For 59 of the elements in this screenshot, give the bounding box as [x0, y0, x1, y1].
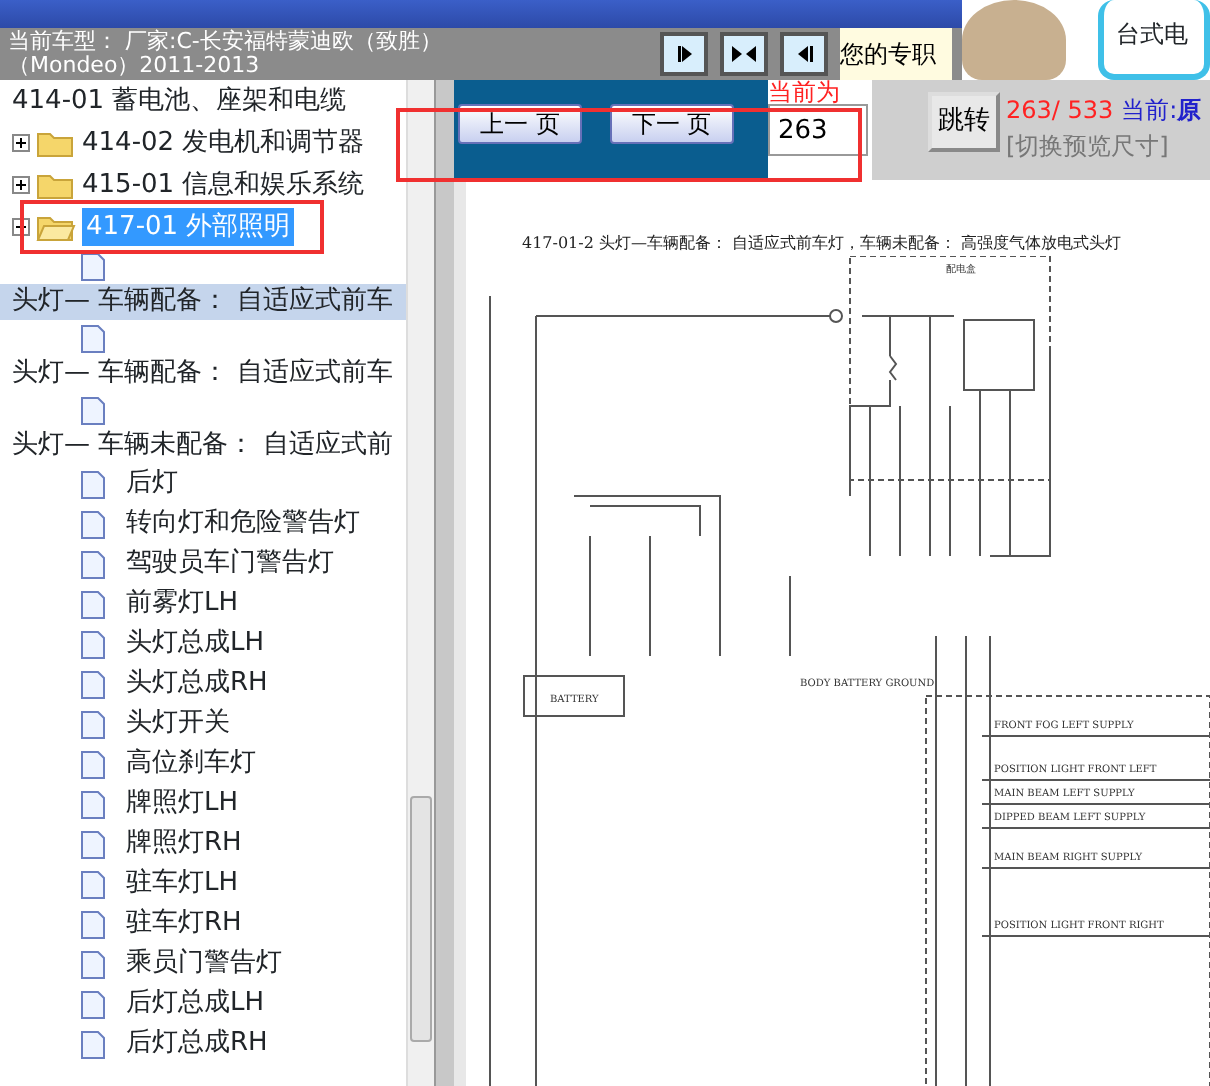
page-icon[interactable]: [80, 323, 106, 353]
view-toggle-button[interactable]: [720, 32, 768, 76]
page-icon[interactable]: [80, 549, 106, 579]
expand-toggle-icon[interactable]: [12, 176, 30, 194]
page-icon[interactable]: [80, 509, 106, 539]
view-toggle-button[interactable]: [660, 32, 708, 76]
tree-item[interactable]: 头灯总成LH: [126, 624, 265, 664]
view-mode-text: 当前:原: [1121, 94, 1202, 128]
page-icon[interactable]: [80, 869, 106, 899]
tree-item[interactable]: 头灯— 车辆未配备： 自适应式前: [12, 426, 393, 466]
tree-item[interactable]: 乘员门警告灯: [126, 944, 282, 984]
folder-icon: [36, 171, 76, 199]
page-icon[interactable]: [80, 909, 106, 939]
tree-item[interactable]: 414-01 蓄电池、座架和电缆: [12, 81, 347, 121]
tree-item[interactable]: 牌照灯LH: [126, 784, 239, 824]
mechanic-cartoon-placeholder: [962, 0, 1066, 80]
page-icon[interactable]: [80, 949, 106, 979]
open-folder-icon: [36, 213, 76, 241]
scrollbar-thumb[interactable]: [410, 796, 433, 1042]
view-toggle-button[interactable]: [780, 32, 828, 76]
page-count-text: 263/ 533: [1005, 94, 1114, 128]
tree-item[interactable]: 转向灯和危险警告灯: [126, 504, 360, 544]
tree-item[interactable]: 前雾灯LH: [126, 584, 239, 624]
current-page-label: 当前为: [767, 80, 842, 104]
jump-button[interactable]: 跳转: [927, 92, 1000, 152]
tree-item[interactable]: 414-02 发电机和调节器: [82, 123, 365, 163]
page-icon[interactable]: [80, 709, 106, 739]
page-icon[interactable]: [80, 589, 106, 619]
vehicle-model-text: （Mondeo）2011-2013: [8, 54, 262, 78]
page-icon[interactable]: [80, 469, 106, 499]
page-icon[interactable]: [80, 829, 106, 859]
previous-page-button[interactable]: 上一 页: [457, 104, 582, 144]
page-icon[interactable]: [80, 989, 106, 1019]
tree-item[interactable]: 高位刹车灯: [126, 744, 256, 784]
tree-item[interactable]: 后灯总成LH: [126, 984, 265, 1024]
page-icon[interactable]: [80, 1029, 106, 1059]
vehicle-model-text: 当前车型： 厂家:C-长安福特蒙迪欧（致胜）: [8, 30, 444, 54]
tree-item[interactable]: 驾驶员车门警告灯: [126, 544, 334, 584]
page-icon[interactable]: [80, 251, 106, 281]
page-icon[interactable]: [80, 629, 106, 659]
tree-item[interactable]: 头灯— 车辆配备： 自适应式前车: [12, 282, 393, 322]
notice-text: 您的专职: [840, 28, 952, 80]
page-icon[interactable]: [80, 669, 106, 699]
tree-item[interactable]: 后灯: [126, 464, 178, 504]
tree-item[interactable]: 头灯总成RH: [126, 664, 268, 704]
tree-item[interactable]: 头灯开关: [126, 704, 230, 744]
tree-item[interactable]: 后灯总成RH: [126, 1024, 268, 1064]
page-icon[interactable]: [80, 395, 106, 425]
tree-item[interactable]: 头灯— 车辆配备： 自适应式前车: [12, 354, 393, 394]
tree-item[interactable]: 驻车灯LH: [126, 864, 239, 904]
tree-item[interactable]: 牌照灯RH: [126, 824, 242, 864]
page-icon[interactable]: [80, 749, 106, 779]
expand-toggle-icon[interactable]: [12, 134, 30, 152]
diagram-title: 417-01-2 头灯—车辆配备： 自适应式前车灯，车辆未配备： 高强度气体放电式头灯: [519, 232, 1124, 256]
page-icon[interactable]: [80, 789, 106, 819]
folder-icon: [36, 129, 76, 157]
tree-item[interactable]: 驻车灯RH: [126, 904, 242, 944]
next-page-button[interactable]: 下一 页: [609, 104, 734, 144]
tree-item[interactable]: 415-01 信息和娱乐系统: [82, 165, 365, 205]
